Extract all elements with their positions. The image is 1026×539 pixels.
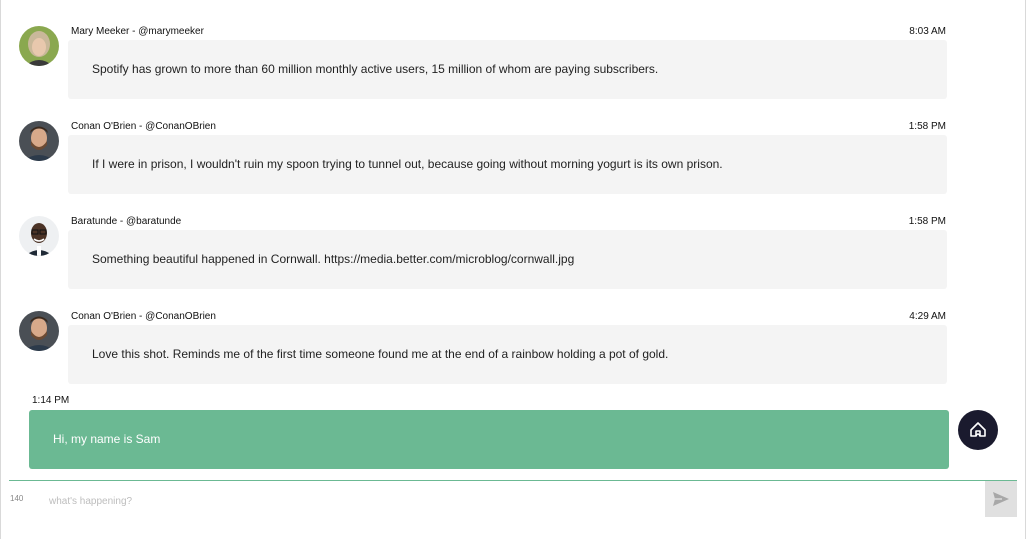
message-time: 1:58 PM <box>908 216 946 227</box>
message-time: 4:29 AM <box>909 311 946 322</box>
message-time: 1:58 PM <box>908 121 946 132</box>
character-counter: 140 <box>10 494 24 503</box>
avatar-image <box>19 311 59 351</box>
avatar-image <box>19 216 59 256</box>
avatar[interactable] <box>19 121 59 161</box>
my-message-bubble: Hi, my name is Sam <box>29 410 949 469</box>
message-bubble: Love this shot. Reminds me of the first … <box>68 325 947 384</box>
send-button[interactable] <box>985 481 1017 517</box>
author-name: Conan O'Brien - @ConanOBrien <box>71 311 216 322</box>
send-icon <box>993 492 1009 506</box>
home-logo-icon <box>970 422 986 437</box>
my-message-time: 1:14 PM <box>32 395 70 406</box>
author-name: Mary Meeker - @marymeeker <box>71 26 204 37</box>
avatar-image <box>19 26 59 66</box>
message-time: 8:03 AM <box>909 26 946 37</box>
author-name: Conan O'Brien - @ConanOBrien <box>71 121 216 132</box>
avatar[interactable] <box>19 26 59 66</box>
message-bubble: Something beautiful happened in Cornwall… <box>68 230 947 289</box>
avatar[interactable] <box>19 216 59 256</box>
home-button[interactable] <box>958 410 998 450</box>
avatar[interactable] <box>19 311 59 351</box>
composer-divider <box>9 480 1017 481</box>
author-name: Baratunde - @baratunde <box>71 216 182 227</box>
message-bubble: Spotify has grown to more than 60 millio… <box>68 40 947 99</box>
message-input[interactable] <box>45 488 975 514</box>
message-bubble: If I were in prison, I wouldn't ruin my … <box>68 135 947 194</box>
avatar-image <box>19 121 59 161</box>
